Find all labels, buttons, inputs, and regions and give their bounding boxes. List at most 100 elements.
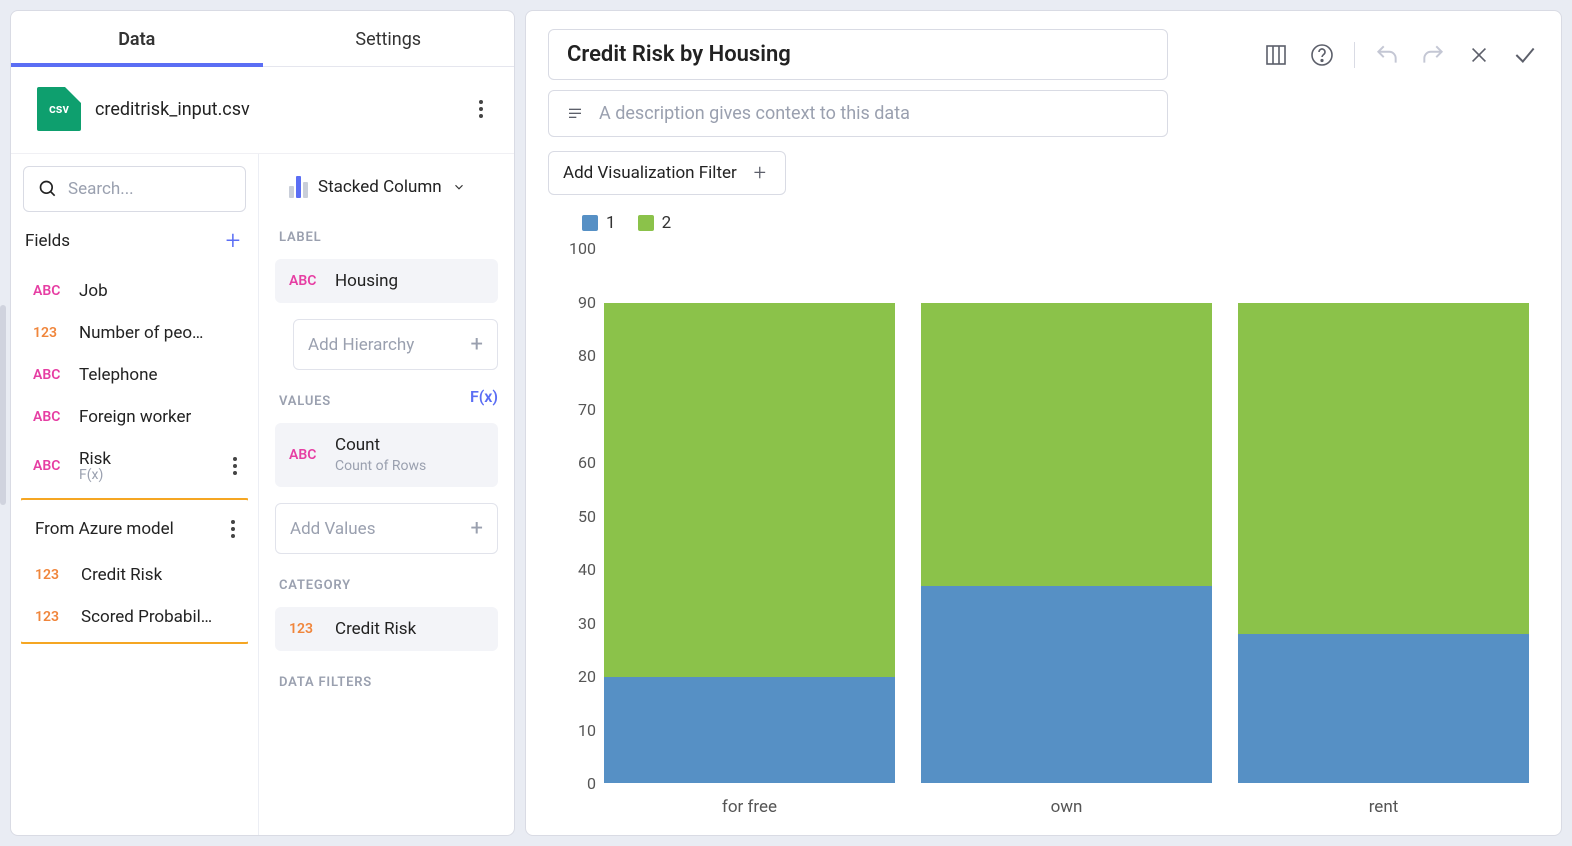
paragraph-icon xyxy=(565,106,585,122)
y-tick: 70 xyxy=(578,400,596,419)
field-label: Foreign worker xyxy=(79,407,244,427)
fields-header-label: Fields xyxy=(25,231,70,251)
y-tick: 20 xyxy=(578,667,596,686)
add-hierarchy-label: Add Hierarchy xyxy=(308,335,414,355)
add-values-label: Add Values xyxy=(290,519,375,539)
redo-icon[interactable] xyxy=(1419,41,1447,69)
legend-swatch-2 xyxy=(638,215,654,231)
y-tick: 60 xyxy=(578,453,596,472)
add-hierarchy-button[interactable]: Add Hierarchy + xyxy=(293,319,498,370)
close-icon[interactable] xyxy=(1465,41,1493,69)
y-tick: 90 xyxy=(578,293,596,312)
segment-1 xyxy=(1238,634,1529,783)
value-chip-count[interactable]: ABC Count Count of Rows xyxy=(275,423,498,487)
chart-type-selector[interactable]: Stacked Column xyxy=(275,168,498,206)
field-job[interactable]: ABCJob xyxy=(21,270,248,312)
legend-item-2[interactable]: 2 xyxy=(638,213,672,233)
field-risk[interactable]: ABC Risk F(x) xyxy=(21,438,248,494)
field-label: Scored Probabil… xyxy=(81,607,242,627)
search-input[interactable]: Search... xyxy=(23,166,246,212)
field-more-icon[interactable] xyxy=(226,451,244,481)
y-tick: 100 xyxy=(569,239,596,258)
description-placeholder: A description gives context to this data xyxy=(599,103,910,124)
y-tick: 10 xyxy=(578,721,596,740)
config-column: Stacked Column LABEL ABC Housing Add Hie… xyxy=(259,154,514,835)
category-chip-credit-risk[interactable]: 123 Credit Risk xyxy=(275,607,498,651)
y-tick: 0 xyxy=(587,774,596,793)
legend-item-1[interactable]: 1 xyxy=(582,213,616,233)
visualization-panel: Credit Risk by Housing A description giv… xyxy=(525,10,1562,836)
y-tick: 30 xyxy=(578,614,596,633)
y-tick: 80 xyxy=(578,346,596,365)
legend-label-2: 2 xyxy=(662,213,672,233)
group-header: From Azure model xyxy=(23,504,246,554)
field-foreign-worker[interactable]: ABCForeign worker xyxy=(21,396,248,438)
type-123-icon: 123 xyxy=(35,567,69,583)
field-number-people[interactable]: 123Number of peo… xyxy=(21,312,248,354)
field-list: ABCJob 123Number of peo… ABCTelephone AB… xyxy=(21,270,248,835)
field-label: Telephone xyxy=(79,365,244,385)
segment-1 xyxy=(604,677,895,783)
legend-swatch-1 xyxy=(582,215,598,231)
tab-data[interactable]: Data xyxy=(11,11,263,66)
chevron-down-icon xyxy=(452,180,466,194)
plus-icon: + xyxy=(471,332,483,357)
left-panel: Data Settings csv creditrisk_input.csv S… xyxy=(10,10,515,836)
bar-rent[interactable]: rent xyxy=(1238,303,1529,817)
description-input[interactable]: A description gives context to this data xyxy=(548,90,1168,137)
type-abc-icon: ABC xyxy=(289,447,323,463)
section-category: CATEGORY xyxy=(275,564,498,597)
chart-plot: for free own rent xyxy=(604,239,1529,817)
add-values-button[interactable]: Add Values + xyxy=(275,503,498,554)
y-tick: 40 xyxy=(578,560,596,579)
type-abc-icon: ABC xyxy=(33,458,67,474)
x-label: for free xyxy=(722,797,777,817)
chip-sublabel: Count of Rows xyxy=(335,458,426,474)
toolbar-separator xyxy=(1354,42,1355,68)
field-telephone[interactable]: ABC Telephone xyxy=(21,354,248,396)
chart-type-label: Stacked Column xyxy=(318,177,442,197)
plus-icon: + xyxy=(471,516,483,541)
tabs: Data Settings xyxy=(11,11,514,67)
field-label: Number of peo… xyxy=(79,323,244,343)
csv-file-icon: csv xyxy=(37,87,81,131)
search-icon xyxy=(38,179,58,199)
model-fields-group: From Azure model 123 Credit Risk 123Score… xyxy=(21,498,248,644)
chip-label: Count xyxy=(335,435,426,455)
type-abc-icon: ABC xyxy=(33,367,67,383)
field-label: Credit Risk xyxy=(81,565,242,585)
add-filter-button[interactable]: Add Visualization Filter + xyxy=(548,151,786,195)
section-data-filters: DATA FILTERS xyxy=(275,661,498,694)
type-123-icon: 123 xyxy=(289,621,323,637)
group-title: From Azure model xyxy=(35,519,174,539)
fields-header: Fields + xyxy=(21,224,248,270)
field-scored-probability[interactable]: 123Scored Probabil… xyxy=(23,596,246,638)
field-credit-risk[interactable]: 123 Credit Risk xyxy=(23,554,246,596)
segment-2 xyxy=(921,303,1212,586)
segment-2 xyxy=(1238,303,1529,634)
confirm-icon[interactable] xyxy=(1511,41,1539,69)
fx-button[interactable]: F(x) xyxy=(470,387,498,406)
x-label: own xyxy=(1051,797,1083,817)
chip-label: Credit Risk xyxy=(335,619,416,639)
add-field-button[interactable]: + xyxy=(222,230,244,252)
grid-icon[interactable] xyxy=(1262,41,1290,69)
x-label: rent xyxy=(1369,797,1399,817)
search-placeholder: Search... xyxy=(68,179,134,199)
bar-for-free[interactable]: for free xyxy=(604,303,895,817)
help-icon[interactable] xyxy=(1308,41,1336,69)
tab-settings[interactable]: Settings xyxy=(263,11,515,66)
group-more-icon[interactable] xyxy=(224,514,242,544)
file-more-icon[interactable] xyxy=(472,94,490,124)
chart-title-input[interactable]: Credit Risk by Housing xyxy=(548,29,1168,80)
label-chip-housing[interactable]: ABC Housing xyxy=(275,259,498,303)
field-sublabel: F(x) xyxy=(79,467,214,483)
section-label: LABEL xyxy=(275,216,498,249)
chart-legend: 1 2 xyxy=(582,213,1539,233)
segment-1 xyxy=(921,586,1212,783)
segment-2 xyxy=(604,303,895,677)
toolbar xyxy=(1262,41,1539,69)
bar-own[interactable]: own xyxy=(921,303,1212,817)
undo-icon[interactable] xyxy=(1373,41,1401,69)
chart-area: 1009080706050403020100 for freeownrent xyxy=(548,239,1539,817)
